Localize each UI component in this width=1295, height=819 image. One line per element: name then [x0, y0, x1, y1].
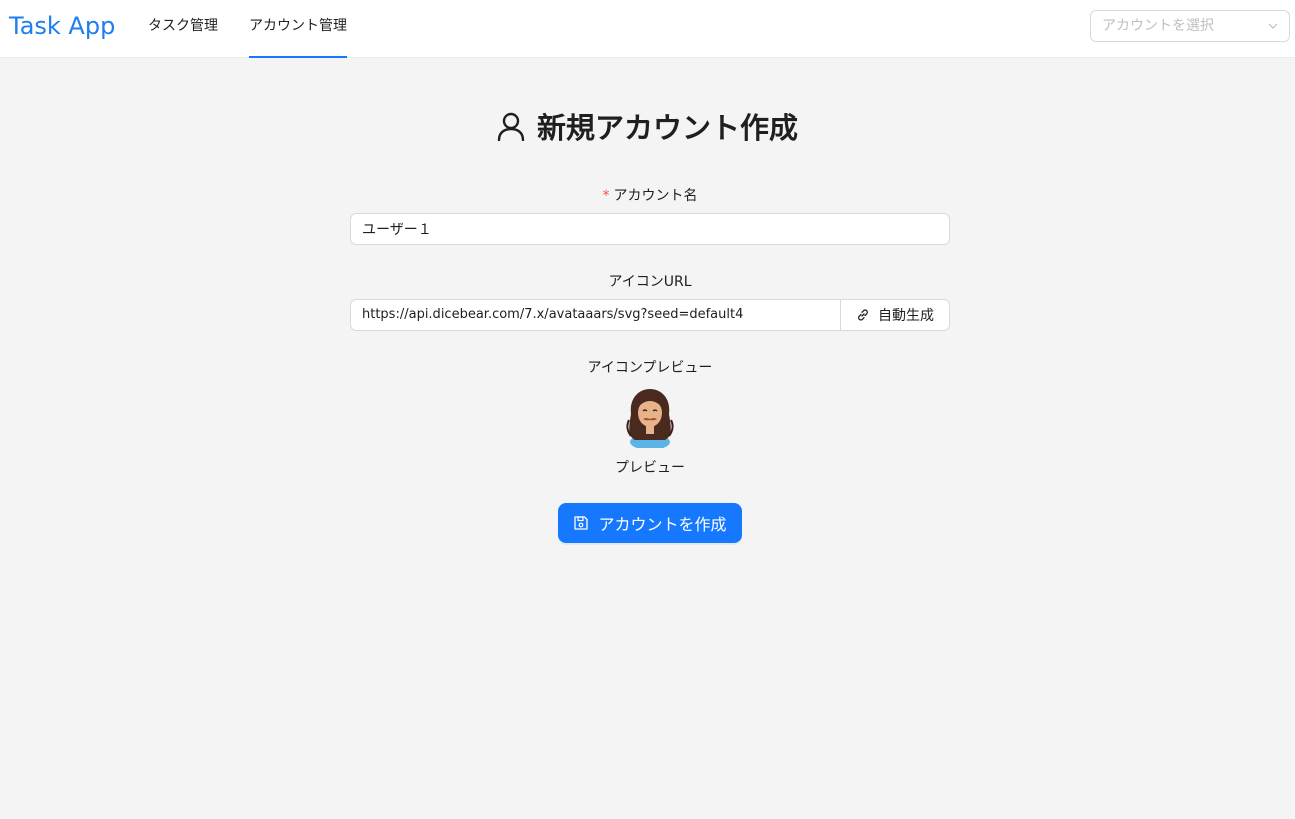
page-title-text: 新規アカウント作成	[536, 111, 798, 145]
create-account-button[interactable]: アカウントを作成	[558, 503, 742, 543]
auto-generate-label: 自動生成	[878, 308, 934, 324]
link-icon	[858, 309, 868, 321]
account-select[interactable]: アカウントを選択	[1090, 10, 1290, 42]
icon-url-input[interactable]: https://api.dicebear.com/7.x/avataaars/s…	[350, 299, 840, 331]
preview-caption: プレビュー	[615, 460, 685, 476]
account-name-label-text: アカウント名	[613, 188, 698, 204]
user-icon	[497, 112, 525, 141]
top-header: Task App タスク管理 アカウント管理 アカウントを選択	[0, 0, 1295, 58]
avatar-preview-image	[626, 389, 674, 448]
auto-generate-button[interactable]: 自動生成	[840, 299, 950, 331]
account-name-input[interactable]	[350, 213, 950, 245]
account-name-label: * アカウント名	[350, 185, 950, 205]
chevron-down-icon	[1268, 23, 1278, 29]
create-account-label: アカウントを作成	[598, 515, 727, 534]
page-title: 新規アカウント作成	[0, 105, 1295, 147]
nav-tab-accounts[interactable]: アカウント管理	[249, 0, 347, 58]
save-icon	[574, 516, 589, 530]
icon-url-group: https://api.dicebear.com/7.x/avataaars/s…	[350, 299, 950, 331]
icon-url-label: アイコンURL	[608, 274, 692, 290]
account-select-placeholder: アカウントを選択	[1102, 18, 1214, 34]
icon-preview-label: アイコンプレビュー	[587, 360, 713, 376]
app-logo[interactable]: Task App	[9, 12, 115, 40]
nav-tab-tasks[interactable]: タスク管理	[148, 0, 218, 58]
required-mark: *	[602, 188, 610, 204]
